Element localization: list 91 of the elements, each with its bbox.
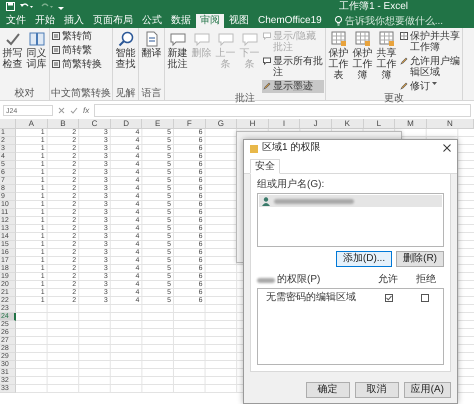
column-header: 拒绝 — [415, 274, 437, 286]
group-label: 更改 — [383, 93, 405, 104]
column-header[interactable]: E — [142, 119, 174, 129]
column-header: 允许 — [377, 274, 399, 286]
column-header[interactable]: N — [426, 119, 474, 129]
ribbon-button[interactable]: 繁转简 — [51, 30, 103, 43]
ribbon-button[interactable]: 允许用户编辑区域 — [399, 55, 461, 79]
group-label: 语言 — [140, 88, 162, 99]
checkbox[interactable] — [421, 294, 429, 302]
column-header[interactable]: F — [174, 119, 206, 129]
convert-icon — [52, 46, 60, 54]
ribbon-button[interactable]: 显示墨迹 — [262, 80, 324, 93]
dialog-button[interactable]: 取消 — [354, 382, 399, 398]
column-header[interactable]: B — [48, 119, 80, 129]
ribbon-button[interactable]: 保护工作表 — [327, 30, 350, 93]
ribbon-tab[interactable]: 数据 — [167, 14, 195, 28]
ribbon-tab[interactable]: ChemOffice19 — [254, 14, 326, 28]
pencil-icon — [263, 82, 271, 90]
group-label: 中文简繁转换 — [51, 88, 111, 99]
ribbon-tab[interactable]: 页面布局 — [89, 14, 137, 28]
window-title: 工作簿1 - Excel — [339, 0, 408, 12]
column-header[interactable]: G — [206, 119, 238, 129]
column-header[interactable]: L — [364, 119, 396, 129]
dialog-button[interactable]: 确定 — [306, 382, 350, 398]
folder-icon — [250, 144, 258, 152]
convert-icon — [52, 60, 60, 68]
permission-name: 无需密码的编辑区域 — [266, 292, 357, 304]
close-icon[interactable] — [443, 144, 451, 152]
ribbon-button[interactable]: 保护并共享工作簿 — [399, 30, 461, 54]
column-header[interactable]: J — [300, 119, 332, 129]
ribbon-button[interactable]: 翻译 — [140, 30, 163, 88]
pencil-icon — [400, 57, 408, 65]
group-label: 见解 — [114, 88, 136, 99]
spreadsheet-icon — [378, 31, 394, 47]
pencil-icon — [400, 82, 408, 90]
cancel-icon[interactable] — [58, 107, 65, 114]
insert-function-button[interactable]: fx — [83, 106, 90, 115]
ribbon-button[interactable]: 共享工作簿 — [375, 30, 398, 93]
add-button[interactable]: 添加(D)... — [336, 251, 392, 267]
ribbon-button[interactable]: 简繁转换 — [51, 58, 103, 71]
spreadsheet-icon — [330, 31, 346, 47]
ribbon-tab[interactable]: 视图 — [225, 14, 253, 28]
ribbon-tab[interactable]: 公式 — [138, 14, 166, 28]
save-icon[interactable] — [6, 2, 15, 11]
column-header[interactable]: K — [332, 119, 364, 129]
ribbon-tab[interactable]: 文件 — [2, 14, 30, 28]
remove-button[interactable]: 删除(R) — [396, 251, 444, 267]
convert-icon — [52, 32, 60, 40]
comment-icon — [263, 57, 271, 65]
column-header[interactable]: I — [268, 119, 300, 129]
users-label: 组或用户名(G): — [257, 179, 326, 191]
ribbon-button[interactable]: 修订 — [399, 80, 461, 93]
ribbon-button[interactable]: 新建批注 — [166, 30, 189, 93]
column-header[interactable]: M — [395, 119, 427, 129]
spreadsheet-icon — [354, 31, 370, 47]
ribbon-button[interactable]: 拼写检查 — [1, 30, 24, 88]
check-icon — [4, 31, 20, 47]
dialog-title: 区域1 的权限 — [262, 142, 320, 154]
book-icon — [28, 31, 44, 47]
user-icon — [262, 196, 270, 206]
ribbon-button[interactable]: 显示所有批注 — [262, 55, 324, 79]
enter-icon[interactable] — [70, 107, 78, 114]
permissions-label: 的权限(P) — [277, 274, 322, 286]
lightbulb-icon — [334, 16, 342, 26]
group-label: 校对 — [14, 88, 36, 99]
ribbon-button[interactable]: 智能查找 — [114, 30, 137, 88]
spreadsheet-icon — [400, 32, 408, 40]
comment-icon — [170, 31, 186, 47]
search-icon — [118, 31, 134, 47]
ribbon-tab[interactable]: 插入 — [60, 14, 88, 28]
column-header[interactable]: A — [16, 119, 48, 129]
formula-field[interactable] — [94, 104, 471, 117]
column-header[interactable]: D — [110, 119, 142, 129]
comment-icon — [263, 32, 271, 40]
column-header[interactable]: H — [237, 119, 269, 129]
checkbox[interactable] — [385, 294, 393, 302]
ribbon-button[interactable]: 同义词库 — [25, 30, 48, 88]
search-field[interactable]: 告诉我你想要做什么... — [334, 14, 463, 28]
document-icon — [144, 31, 160, 47]
blurred-text — [257, 278, 275, 282]
comment-icon — [218, 31, 234, 47]
column-header[interactable]: C — [79, 119, 111, 129]
ribbon-tab[interactable]: 审阅 — [196, 14, 224, 28]
dialog-tab[interactable]: 安全 — [250, 159, 280, 174]
group-label: 批注 — [234, 93, 256, 104]
comment-icon — [242, 31, 258, 47]
ribbon-button[interactable]: 简转繁 — [51, 44, 103, 57]
ribbon-button[interactable]: 保护工作簿 — [351, 30, 374, 93]
dialog-button[interactable]: 应用(A) — [404, 382, 451, 398]
ribbon-tab[interactable]: 开始 — [31, 14, 59, 28]
comment-icon — [194, 31, 210, 47]
